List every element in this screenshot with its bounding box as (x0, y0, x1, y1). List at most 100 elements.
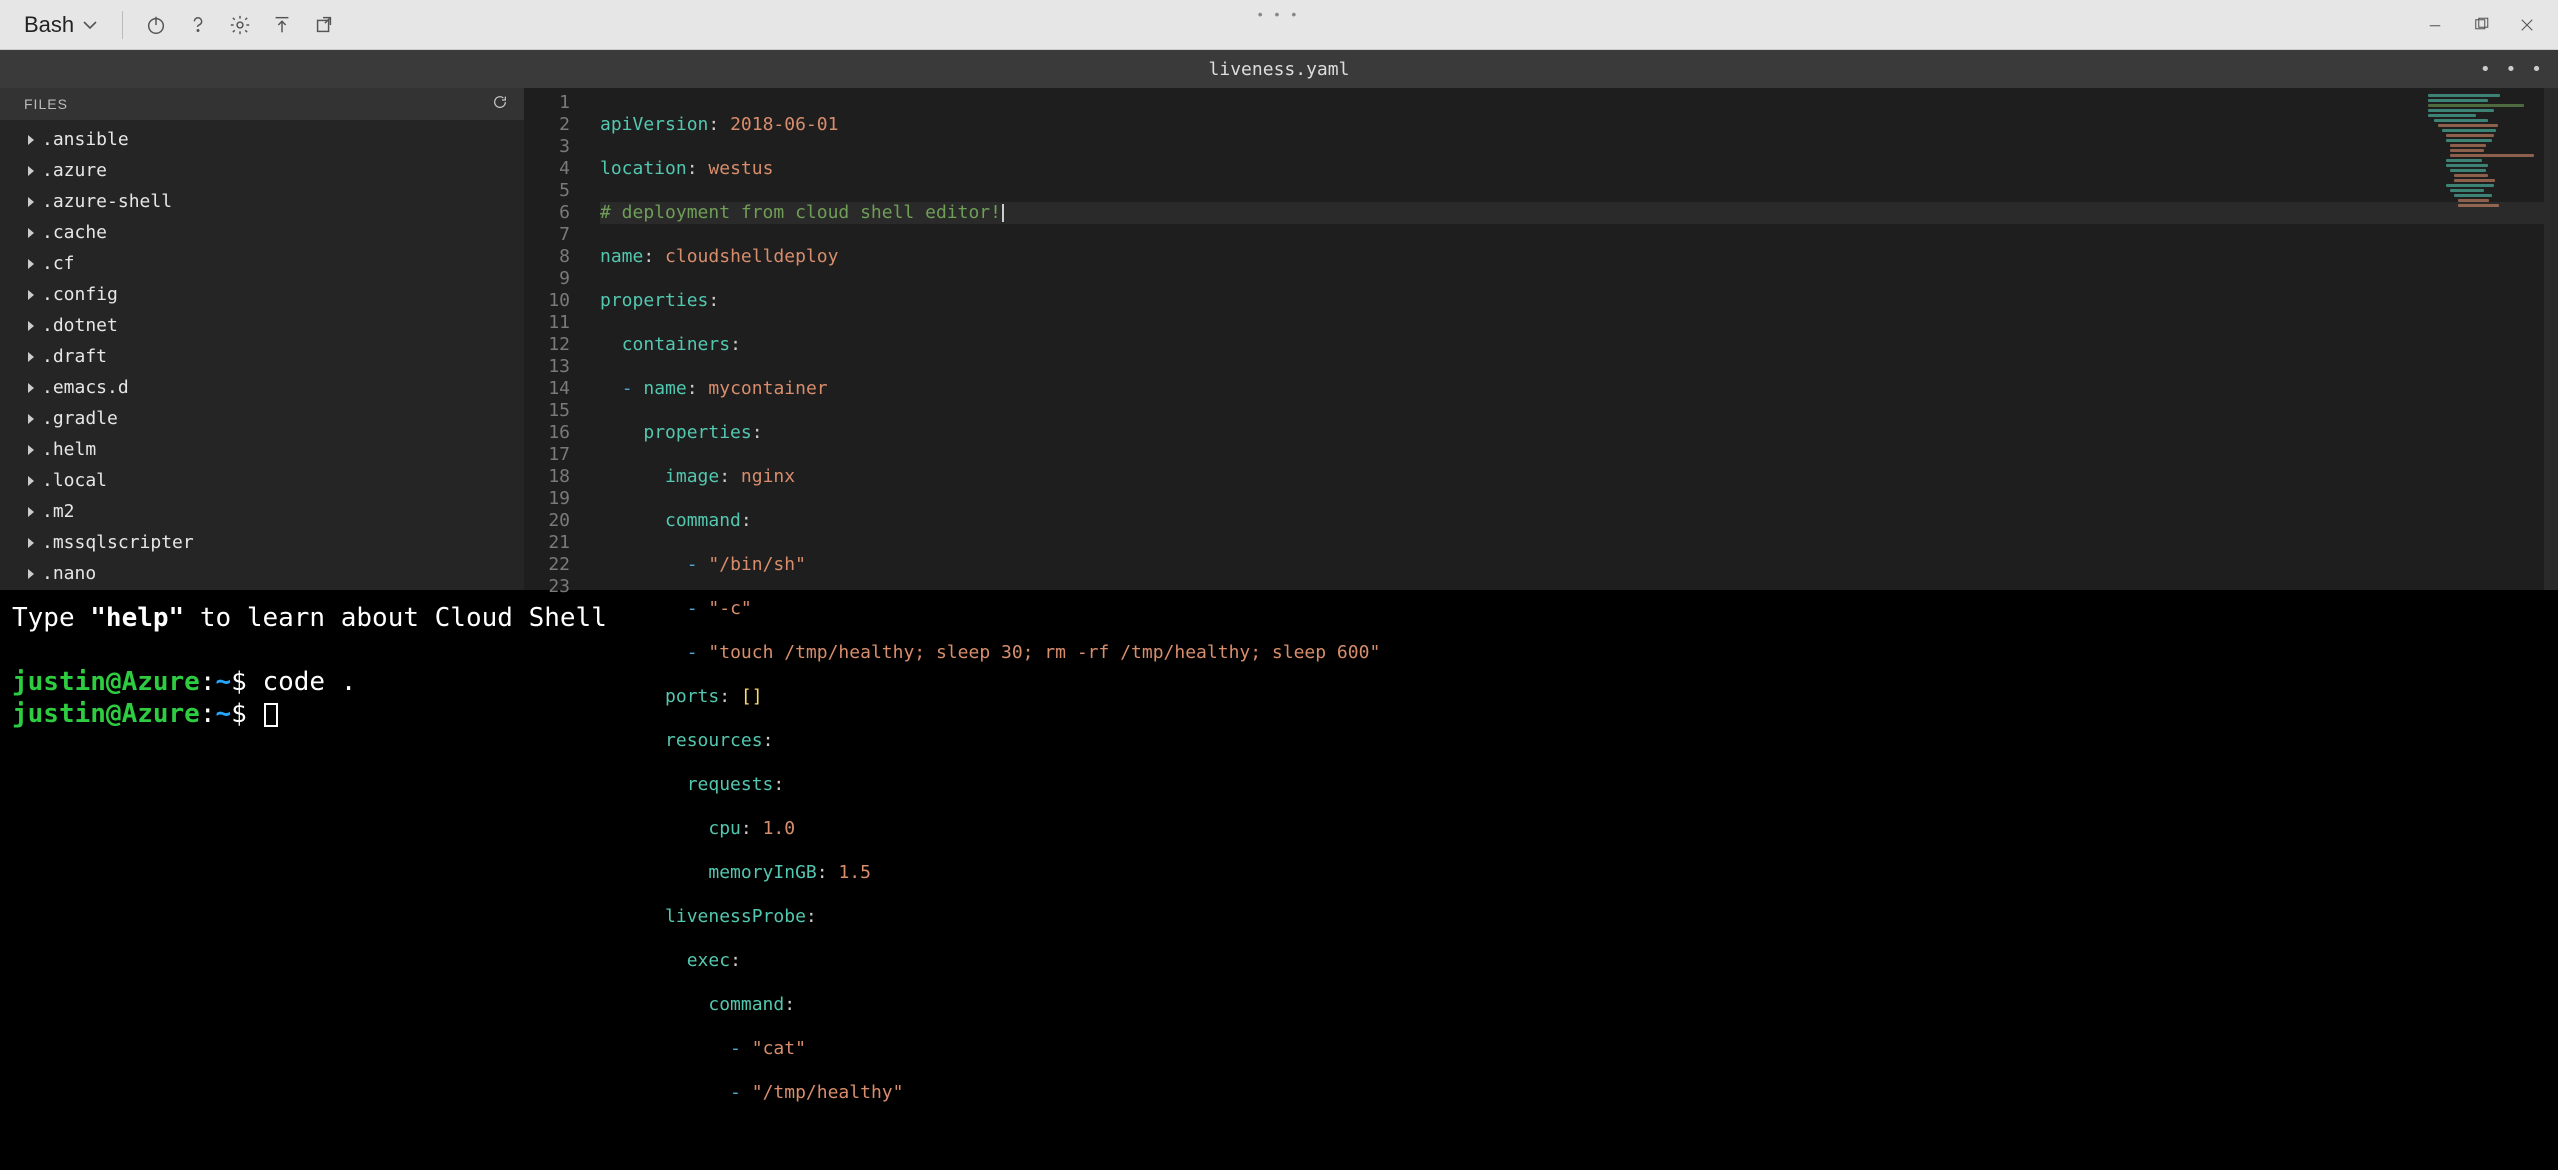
file-item[interactable]: .local (0, 465, 524, 496)
line-number: 18 (524, 466, 570, 488)
text-cursor (1002, 204, 1004, 222)
code-pane[interactable]: 1234567891011121314151617181920212223 ap… (524, 88, 2558, 590)
file-item[interactable]: .m2 (0, 496, 524, 527)
caret-right-icon (28, 476, 34, 486)
editor-filename: liveness.yaml (1209, 59, 1350, 80)
gear-icon (229, 14, 251, 36)
line-number: 4 (524, 158, 570, 180)
maximize-button[interactable] (2464, 8, 2498, 42)
file-item-label: .dotnet (42, 312, 118, 339)
file-item-label: .azure-shell (42, 188, 172, 215)
explorer-header: FILES (0, 88, 524, 120)
file-item-label: .config (42, 281, 118, 308)
caret-right-icon (28, 507, 34, 517)
file-item[interactable]: .nano (0, 558, 524, 589)
settings-button[interactable] (221, 6, 259, 44)
caret-right-icon (28, 445, 34, 455)
line-number: 6 (524, 202, 570, 224)
caret-right-icon (28, 383, 34, 393)
close-button[interactable] (2510, 8, 2544, 42)
line-number: 11 (524, 312, 570, 334)
editor: liveness.yaml • • • FILES .ansible .azure… (0, 50, 2558, 590)
file-item-label: .ansible (42, 126, 129, 153)
cloud-shell-toolbar: Bash • • • (0, 0, 2558, 50)
line-number: 22 (524, 554, 570, 576)
line-number: 5 (524, 180, 570, 202)
maximize-icon (2472, 16, 2490, 34)
file-item[interactable]: .gradle (0, 403, 524, 434)
line-number: 12 (524, 334, 570, 356)
line-number: 1 (524, 92, 570, 114)
restart-button[interactable] (137, 6, 175, 44)
minimize-icon (2426, 16, 2444, 34)
file-explorer: FILES .ansible .azure .azure-shell .cache .c… (0, 88, 524, 590)
new-session-button[interactable] (305, 6, 343, 44)
file-item-label: .mssqlscripter (42, 529, 194, 556)
file-item[interactable]: .helm (0, 434, 524, 465)
file-item[interactable]: .cache (0, 217, 524, 248)
scrollbar[interactable] (2544, 88, 2558, 590)
file-item-label: .draft (42, 343, 107, 370)
editor-more-button[interactable]: • • • (2480, 59, 2544, 80)
file-item[interactable]: .azure (0, 155, 524, 186)
file-item[interactable]: .config (0, 279, 524, 310)
caret-right-icon (28, 414, 34, 424)
caret-right-icon (28, 569, 34, 579)
line-number: 3 (524, 136, 570, 158)
file-item-label: .m2 (42, 498, 75, 525)
line-number: 19 (524, 488, 570, 510)
upload-button[interactable] (263, 6, 301, 44)
line-number: 20 (524, 510, 570, 532)
file-item-label: .emacs.d (42, 374, 129, 401)
shell-selector[interactable]: Bash (14, 8, 108, 42)
file-item-label: .cache (42, 219, 107, 246)
caret-right-icon (28, 290, 34, 300)
explorer-title: FILES (24, 96, 68, 112)
file-item-label: .cf (42, 250, 75, 277)
caret-right-icon (28, 259, 34, 269)
file-item[interactable]: .cf (0, 248, 524, 279)
line-number: 23 (524, 576, 570, 598)
file-item-label: .nano (42, 560, 96, 587)
chevron-down-icon (82, 17, 98, 33)
help-button[interactable] (179, 6, 217, 44)
code-content[interactable]: apiVersion: 2018-06-01 location: westus … (586, 88, 2558, 590)
file-item[interactable]: .mssqlscripter (0, 527, 524, 558)
divider (122, 11, 123, 39)
open-new-icon (313, 14, 335, 36)
close-icon (2518, 16, 2536, 34)
file-list: .ansible .azure .azure-shell .cache .cf .conf… (0, 120, 524, 590)
terminal-cursor (264, 703, 278, 727)
line-number: 7 (524, 224, 570, 246)
line-number: 9 (524, 268, 570, 290)
line-number: 8 (524, 246, 570, 268)
caret-right-icon (28, 135, 34, 145)
caret-right-icon (28, 228, 34, 238)
shell-selector-label: Bash (24, 12, 74, 38)
refresh-icon (492, 94, 508, 110)
file-item-label: .gradle (42, 405, 118, 432)
file-item[interactable]: .azure-shell (0, 186, 524, 217)
line-number: 10 (524, 290, 570, 312)
line-number: 16 (524, 422, 570, 444)
line-number: 17 (524, 444, 570, 466)
file-item-label: .helm (42, 436, 96, 463)
file-item[interactable]: .ansible (0, 124, 524, 155)
refresh-button[interactable] (492, 94, 508, 113)
file-item[interactable]: .draft (0, 341, 524, 372)
help-icon (187, 14, 209, 36)
file-item[interactable]: .emacs.d (0, 372, 524, 403)
caret-right-icon (28, 197, 34, 207)
editor-tabbar: liveness.yaml • • • (0, 50, 2558, 88)
caret-right-icon (28, 352, 34, 362)
file-item-label: .azure (42, 157, 107, 184)
upload-icon (271, 14, 293, 36)
file-item[interactable]: .dotnet (0, 310, 524, 341)
caret-right-icon (28, 166, 34, 176)
line-number: 2 (524, 114, 570, 136)
minimize-button[interactable] (2418, 8, 2452, 42)
caret-right-icon (28, 321, 34, 331)
window-grip-dots: • • • (1258, 6, 1300, 22)
caret-right-icon (28, 538, 34, 548)
line-number: 13 (524, 356, 570, 378)
